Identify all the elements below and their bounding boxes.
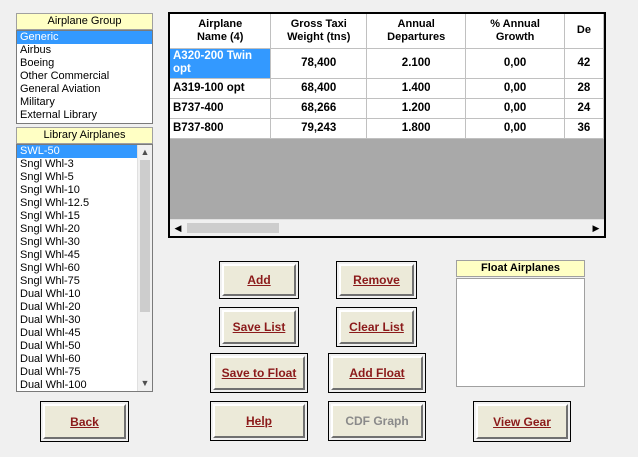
- library-airplane-item[interactable]: Sngl Whl-10: [17, 184, 152, 197]
- table-cell[interactable]: 42: [564, 48, 604, 79]
- scroll-down-icon[interactable]: ▼: [138, 376, 152, 391]
- airplane-group-item[interactable]: Airbus: [17, 44, 152, 57]
- table-cell[interactable]: 68,400: [270, 78, 368, 99]
- scroll-right-icon[interactable]: ▶: [588, 220, 604, 236]
- save-list-button-label: Save List: [222, 310, 296, 344]
- clear-list-button-label: Clear List: [339, 310, 414, 344]
- save-to-float-button-label: Save to Float: [213, 356, 305, 390]
- library-airplane-item[interactable]: Dual Whl-45: [17, 327, 152, 340]
- table-cell[interactable]: A320-200 Twin opt: [170, 48, 272, 79]
- airplane-group-item[interactable]: Military: [17, 96, 152, 109]
- library-airplane-item[interactable]: Sngl Whl-45: [17, 249, 152, 262]
- library-airplane-item[interactable]: Sngl Whl-5: [17, 171, 152, 184]
- column-header[interactable]: Annual Departures: [366, 14, 467, 49]
- library-airplanes-list[interactable]: SWL-50 Sngl Whl-3 Sngl Whl-5 Sngl Whl-10 Sng…: [16, 144, 153, 392]
- scroll-up-icon[interactable]: ▲: [138, 145, 152, 160]
- table-cell[interactable]: 1.200: [366, 98, 467, 119]
- table-cell[interactable]: 68,266: [270, 98, 368, 119]
- airplane-group-header: Airplane Group: [16, 13, 153, 30]
- back-button[interactable]: Back: [40, 401, 129, 442]
- scroll-thumb[interactable]: [140, 160, 150, 312]
- library-airplane-item[interactable]: Sngl Whl-12.5: [17, 197, 152, 210]
- table-cell[interactable]: 36: [564, 118, 604, 139]
- table-cell[interactable]: 0,00: [465, 98, 565, 119]
- column-header[interactable]: Gross Taxi Weight (tns): [270, 14, 368, 49]
- library-airplane-item[interactable]: Sngl Whl-3: [17, 158, 152, 171]
- table-cell[interactable]: 24: [564, 98, 604, 119]
- library-airplane-item[interactable]: Dual Whl-60: [17, 353, 152, 366]
- table-row[interactable]: A320-200 Twin opt 78,400 2.100 0,00 42: [170, 48, 604, 79]
- airplane-group-list[interactable]: Generic Airbus Boeing Other Commercial Gener…: [16, 30, 153, 124]
- library-airplane-item[interactable]: Sngl Whl-20: [17, 223, 152, 236]
- table-cell[interactable]: 1.400: [366, 78, 467, 99]
- scroll-left-icon[interactable]: ◀: [170, 220, 186, 236]
- library-airplanes-header: Library Airplanes: [16, 127, 153, 144]
- cdf-graph-button-label: CDF Graph: [331, 404, 423, 438]
- library-airplane-item[interactable]: Dual Whl-20: [17, 301, 152, 314]
- library-airplane-item[interactable]: Dual Whl-75: [17, 366, 152, 379]
- airplane-table: Airplane Name (4) Gross Taxi Weight (tns) An…: [170, 14, 604, 139]
- library-airplane-item[interactable]: Dual Whl-30: [17, 314, 152, 327]
- add-button-label: Add: [222, 264, 296, 296]
- table-cell[interactable]: 0,00: [465, 78, 565, 99]
- remove-button[interactable]: Remove: [336, 261, 417, 299]
- table-row[interactable]: B737-400 68,266 1.200 0,00 24: [170, 98, 604, 119]
- airplane-group-item[interactable]: Other Commercial: [17, 70, 152, 83]
- save-list-button[interactable]: Save List: [219, 307, 299, 347]
- table-cell[interactable]: 28: [564, 78, 604, 99]
- table-row[interactable]: B737-800 79,243 1.800 0,00 36: [170, 118, 604, 139]
- add-button[interactable]: Add: [219, 261, 299, 299]
- library-airplane-item[interactable]: SWL-50: [17, 145, 152, 158]
- help-button-label: Help: [213, 404, 305, 438]
- table-cell[interactable]: 78,400: [270, 48, 368, 79]
- table-row[interactable]: A319-100 opt 68,400 1.400 0,00 28: [170, 78, 604, 99]
- column-header[interactable]: Airplane Name (4): [170, 14, 272, 49]
- clear-list-button[interactable]: Clear List: [336, 307, 417, 347]
- help-button[interactable]: Help: [210, 401, 308, 441]
- add-float-button-label: Add Float: [331, 356, 423, 390]
- grid-scroll-thumb[interactable]: [187, 223, 279, 233]
- library-airplane-item[interactable]: Sngl Whl-60: [17, 262, 152, 275]
- float-airplanes-header: Float Airplanes: [456, 260, 585, 277]
- airplane-group-item[interactable]: Boeing: [17, 57, 152, 70]
- library-airplane-item[interactable]: Dual Whl-10: [17, 288, 152, 301]
- float-airplanes-list[interactable]: [456, 278, 585, 387]
- column-header[interactable]: % Annual Growth: [465, 14, 565, 49]
- library-airplane-item[interactable]: Dual Whl-100: [17, 379, 152, 391]
- table-cell[interactable]: 1.800: [366, 118, 467, 139]
- airplane-group-item[interactable]: External Library: [17, 109, 152, 122]
- save-to-float-button[interactable]: Save to Float: [210, 353, 308, 393]
- library-list-scrollbar[interactable]: ▲ ▼: [137, 145, 152, 391]
- airplane-group-item[interactable]: Generic: [17, 31, 152, 44]
- table-cell[interactable]: 2.100: [366, 48, 467, 79]
- grid-horizontal-scrollbar[interactable]: ◀ ▶: [170, 219, 604, 236]
- library-airplane-item[interactable]: Dual Whl-50: [17, 340, 152, 353]
- library-airplane-item[interactable]: Sngl Whl-15: [17, 210, 152, 223]
- airplane-grid[interactable]: Airplane Name (4) Gross Taxi Weight (tns) An…: [168, 12, 606, 238]
- view-gear-button[interactable]: View Gear: [473, 401, 571, 442]
- column-header[interactable]: De: [564, 14, 604, 49]
- add-float-button[interactable]: Add Float: [328, 353, 426, 393]
- table-cell[interactable]: 79,243: [270, 118, 368, 139]
- library-airplane-item[interactable]: Sngl Whl-30: [17, 236, 152, 249]
- table-cell[interactable]: 0,00: [465, 118, 565, 139]
- back-button-label: Back: [43, 404, 126, 439]
- table-cell[interactable]: A319-100 opt: [170, 78, 272, 99]
- remove-button-label: Remove: [339, 264, 414, 296]
- airplane-group-item[interactable]: General Aviation: [17, 83, 152, 96]
- table-cell[interactable]: B737-800: [170, 118, 272, 139]
- table-cell[interactable]: B737-400: [170, 98, 272, 119]
- library-airplane-item[interactable]: Sngl Whl-75: [17, 275, 152, 288]
- view-gear-button-label: View Gear: [476, 404, 568, 439]
- table-cell[interactable]: 0,00: [465, 48, 565, 79]
- cdf-graph-button[interactable]: CDF Graph: [328, 401, 426, 441]
